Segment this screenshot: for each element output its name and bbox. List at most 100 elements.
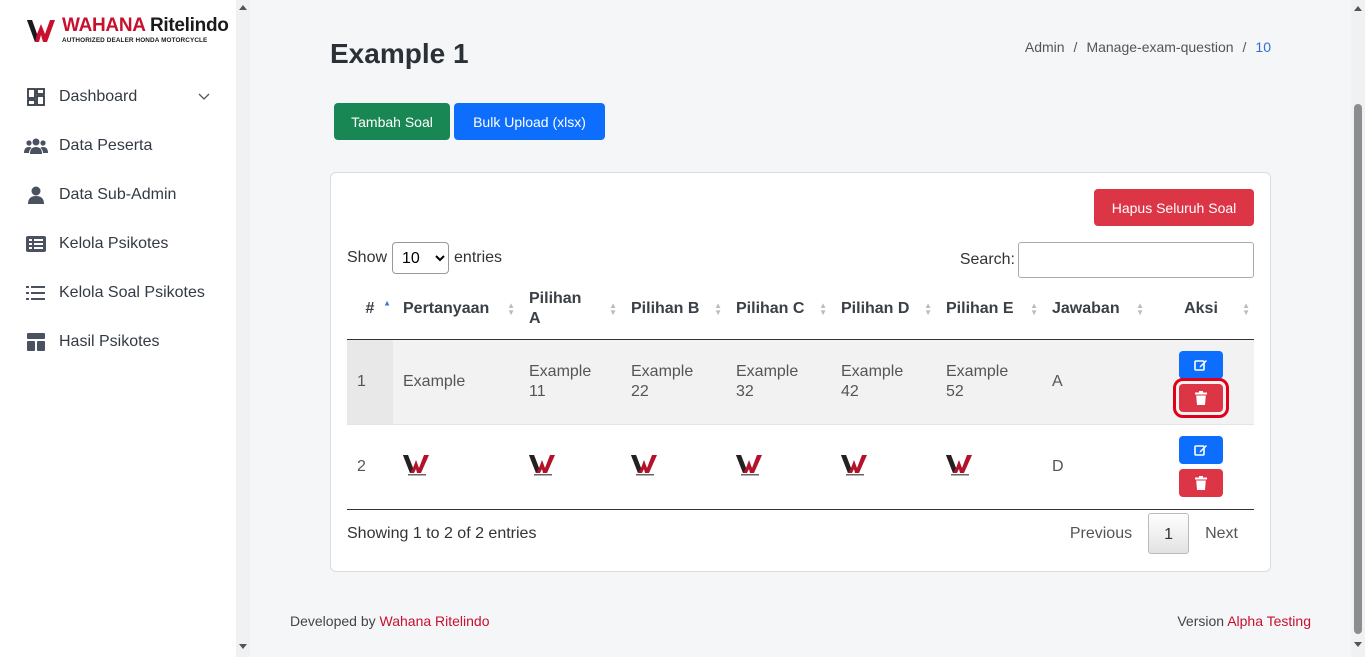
- sidebar-item-label: Data Peserta: [59, 136, 153, 154]
- scroll-down-icon[interactable]: [239, 644, 247, 649]
- footer-version: Version Alpha Testing: [1177, 613, 1311, 629]
- cell-number: 1: [347, 339, 393, 425]
- sidebar-item-label: Dashboard: [59, 87, 138, 105]
- scroll-down-icon[interactable]: [1354, 642, 1362, 647]
- cell-pertanyaan: [393, 424, 519, 510]
- option-image: [631, 455, 657, 476]
- sidebar-item-label: Data Sub-Admin: [59, 185, 177, 203]
- footer-developer-link[interactable]: Wahana Ritelindo: [380, 613, 490, 629]
- column-header-number[interactable]: # ▲: [347, 279, 393, 340]
- pagination-page-1[interactable]: 1: [1148, 513, 1190, 554]
- sidebar-item-label: Kelola Psikotes: [59, 234, 169, 252]
- cell-number: 2: [347, 424, 393, 510]
- brand-logo[interactable]: WAHANA Ritelindo AUTHORIZED DEALER HONDA…: [26, 16, 229, 44]
- breadcrumb-admin[interactable]: Admin: [1025, 39, 1065, 55]
- list-alt-icon: [24, 234, 48, 254]
- column-header-aksi[interactable]: Aksi ▲ ▼: [1148, 279, 1254, 340]
- column-header-pilihan-d[interactable]: Pilihan D ▲ ▼: [831, 279, 936, 340]
- edit-icon: [1194, 360, 1207, 371]
- table-info: Showing 1 to 2 of 2 entries: [347, 525, 537, 542]
- user-icon: [24, 185, 48, 205]
- edit-icon: [1194, 445, 1207, 456]
- table-row: 2 D: [347, 424, 1254, 510]
- questions-table: # ▲ Pertanyaan ▲ ▼ Pilihan A ▲ ▼ Pilihan B ▲ ▼ …: [347, 279, 1254, 510]
- option-image: [529, 455, 555, 476]
- sidebar-item-label: Hasil Psikotes: [59, 332, 160, 350]
- cell-pilihan-b: Example 22: [621, 339, 726, 425]
- sidebar-item-kelola-psikotes[interactable]: Kelola Psikotes: [0, 219, 236, 268]
- scrollbar-thumb[interactable]: [1354, 104, 1362, 634]
- sidebar-item-data-sub-admin[interactable]: Data Sub-Admin: [0, 170, 236, 219]
- chevron-down-icon: [198, 88, 210, 106]
- questions-card: Hapus Seluruh Soal Show 10 entries Searc…: [330, 172, 1271, 572]
- search-label: Search:: [959, 251, 1015, 268]
- cell-pilihan-a: Example 11: [519, 339, 621, 425]
- cell-pilihan-c: [726, 424, 831, 510]
- option-image: [841, 455, 867, 476]
- breadcrumb-separator: /: [1242, 39, 1247, 55]
- page-title: Example 1: [330, 38, 469, 69]
- cell-jawaban: A: [1042, 339, 1148, 425]
- sidebar-item-hasil-psikotes[interactable]: Hasil Psikotes: [0, 317, 236, 366]
- cell-pilihan-d: Example 42: [831, 339, 936, 425]
- brand-name: WAHANA Ritelindo: [62, 15, 229, 36]
- edit-button[interactable]: [1179, 436, 1223, 464]
- trash-icon: [1195, 476, 1207, 490]
- layout-icon: [24, 332, 48, 352]
- users-icon: [24, 136, 48, 156]
- column-header-pilihan-a[interactable]: Pilihan A ▲ ▼: [519, 279, 621, 340]
- sidebar-scrollbar[interactable]: [236, 0, 250, 657]
- search-control: Search:: [960, 242, 1254, 278]
- breadcrumb: Admin / Manage-exam-question / 10: [1025, 39, 1271, 55]
- pagination: Previous 1 Next: [1054, 513, 1254, 554]
- list-icon: [24, 283, 48, 303]
- cell-pilihan-e: [936, 424, 1042, 510]
- column-header-pilihan-e[interactable]: Pilihan E ▲ ▼: [936, 279, 1042, 340]
- main-scrollbar[interactable]: [1351, 0, 1365, 657]
- sidebar-nav: Dashboard Data Peserta Data Sub-Admin Ke…: [0, 72, 236, 366]
- breadcrumb-current: 10: [1255, 39, 1271, 55]
- dashboard-icon: [24, 87, 48, 107]
- column-header-pilihan-c[interactable]: Pilihan C ▲ ▼: [726, 279, 831, 340]
- entries-length-control: Show 10 entries: [347, 242, 502, 274]
- trash-icon: [1195, 391, 1207, 405]
- cell-pilihan-b: [621, 424, 726, 510]
- scroll-up-icon[interactable]: [1354, 6, 1362, 11]
- brand-tagline: AUTHORIZED DEALER HONDA MOTORCYCLE: [62, 37, 208, 44]
- sidebar-item-data-peserta[interactable]: Data Peserta: [0, 121, 236, 170]
- edit-button[interactable]: [1179, 351, 1223, 379]
- cell-jawaban: D: [1042, 424, 1148, 510]
- breadcrumb-manage-exam-question[interactable]: Manage-exam-question: [1086, 39, 1233, 55]
- cell-pilihan-c: Example 32: [726, 339, 831, 425]
- sidebar-item-dashboard[interactable]: Dashboard: [0, 72, 236, 121]
- question-image: [403, 455, 429, 476]
- search-input[interactable]: [1018, 242, 1254, 278]
- scroll-up-icon[interactable]: [239, 5, 247, 10]
- cell-pertanyaan: Example: [393, 339, 519, 425]
- bulk-upload-button[interactable]: Bulk Upload (xlsx): [454, 103, 605, 140]
- delete-button[interactable]: [1173, 378, 1229, 418]
- cell-pilihan-d: [831, 424, 936, 510]
- cell-pilihan-a: [519, 424, 621, 510]
- column-header-jawaban[interactable]: Jawaban ▲ ▼: [1042, 279, 1148, 340]
- wahana-logo-icon: [27, 20, 55, 42]
- entries-select[interactable]: 10: [392, 242, 450, 274]
- sidebar: WAHANA Ritelindo AUTHORIZED DEALER HONDA…: [0, 0, 236, 657]
- delete-button[interactable]: [1179, 469, 1223, 497]
- sidebar-item-label: Kelola Soal Psikotes: [59, 283, 205, 301]
- table-row: 1 Example Example 11 Example 22 Example …: [347, 339, 1254, 425]
- pagination-next[interactable]: Next: [1189, 513, 1254, 554]
- cell-pilihan-e: Example 52: [936, 339, 1042, 425]
- pagination-previous[interactable]: Previous: [1054, 513, 1148, 554]
- footer-version-link[interactable]: Alpha Testing: [1227, 613, 1311, 629]
- table-header-row: # ▲ Pertanyaan ▲ ▼ Pilihan A ▲ ▼ Pilihan B ▲ ▼ …: [347, 279, 1254, 340]
- tambah-soal-button[interactable]: Tambah Soal: [334, 103, 450, 140]
- entries-label: entries: [454, 249, 503, 266]
- hapus-seluruh-soal-button[interactable]: Hapus Seluruh Soal: [1094, 189, 1254, 226]
- option-image: [736, 455, 762, 476]
- footer-developer: Developed by Wahana Ritelindo: [290, 613, 490, 629]
- cell-aksi: [1148, 339, 1254, 425]
- column-header-pertanyaan[interactable]: Pertanyaan ▲ ▼: [393, 279, 519, 340]
- column-header-pilihan-b[interactable]: Pilihan B ▲ ▼: [621, 279, 726, 340]
- sidebar-item-kelola-soal-psikotes[interactable]: Kelola Soal Psikotes: [0, 268, 236, 317]
